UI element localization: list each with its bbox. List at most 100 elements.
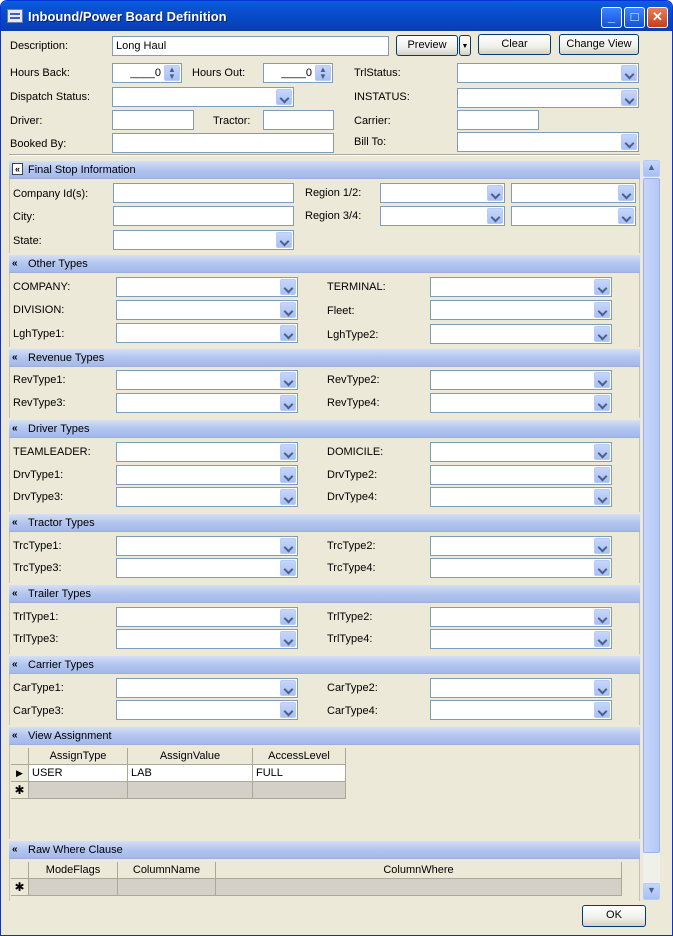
- chevron-down-icon[interactable]: [280, 279, 296, 295]
- terminal-select[interactable]: [430, 277, 612, 297]
- trctype3-select[interactable]: [116, 558, 298, 578]
- description-input[interactable]: Long Haul: [112, 36, 389, 56]
- row-pointer-icon[interactable]: ▶: [11, 765, 29, 782]
- view-assignment-grid[interactable]: AssignType AssignValue AccessLevel ▶ USE…: [11, 748, 347, 802]
- chevron-down-icon[interactable]: [594, 560, 610, 576]
- column-header[interactable]: AssignType: [29, 748, 128, 765]
- column-header[interactable]: AccessLevel: [253, 748, 346, 765]
- spin-updown-icon[interactable]: ▲ ▼: [315, 65, 331, 81]
- booked-by-input[interactable]: [112, 133, 334, 153]
- cartype4-select[interactable]: [430, 700, 612, 720]
- chevron-down-icon[interactable]: [594, 609, 610, 625]
- chevron-down-icon[interactable]: [280, 489, 296, 505]
- chevron-down-icon[interactable]: [618, 185, 634, 201]
- new-row-icon[interactable]: ✱: [11, 782, 29, 799]
- revtype3-select[interactable]: [116, 393, 298, 413]
- final-stop-section-header[interactable]: « Final Stop Information: [9, 161, 640, 179]
- chevron-down-icon[interactable]: [594, 279, 610, 295]
- region2-select[interactable]: [511, 183, 636, 203]
- chevron-down-icon[interactable]: [594, 489, 610, 505]
- collapse-icon[interactable]: «: [12, 587, 18, 600]
- drvtype4-select[interactable]: [430, 487, 612, 507]
- fleet-select[interactable]: [430, 300, 612, 320]
- chevron-down-icon[interactable]: [487, 185, 503, 201]
- preview-dropdown-button[interactable]: ▼: [459, 35, 471, 56]
- chevron-down-icon[interactable]: [280, 467, 296, 483]
- trltype3-select[interactable]: [116, 629, 298, 649]
- instatus-select[interactable]: [457, 88, 639, 108]
- collapse-icon[interactable]: «: [12, 843, 18, 856]
- chevron-down-icon[interactable]: [594, 302, 610, 318]
- revtype4-select[interactable]: [430, 393, 612, 413]
- view-assignment-section-header[interactable]: « View Assignment: [9, 727, 640, 745]
- cartype1-select[interactable]: [116, 678, 298, 698]
- region3-select[interactable]: [380, 206, 505, 226]
- bill-to-select[interactable]: [457, 132, 639, 152]
- chevron-down-icon[interactable]: [276, 89, 292, 105]
- chevron-down-icon[interactable]: [621, 90, 637, 106]
- trailer-types-section-header[interactable]: « Trailer Types: [9, 585, 640, 603]
- drvtype1-select[interactable]: [116, 465, 298, 485]
- new-row-icon[interactable]: ✱: [11, 879, 29, 896]
- chevron-down-icon[interactable]: [280, 609, 296, 625]
- close-button[interactable]: ✕: [647, 7, 668, 28]
- chevron-down-icon[interactable]: [594, 631, 610, 647]
- trltype1-select[interactable]: [116, 607, 298, 627]
- chevron-down-icon[interactable]: [618, 208, 634, 224]
- collapse-icon[interactable]: «: [12, 163, 23, 175]
- column-header[interactable]: ColumnName: [118, 862, 216, 879]
- chevron-down-icon[interactable]: [280, 631, 296, 647]
- chevron-down-icon[interactable]: [280, 560, 296, 576]
- revtype2-select[interactable]: [430, 370, 612, 390]
- city-input[interactable]: [113, 206, 294, 226]
- chevron-down-icon[interactable]: [280, 325, 296, 341]
- state-select[interactable]: [113, 230, 294, 250]
- collapse-icon[interactable]: «: [12, 729, 18, 742]
- company-select[interactable]: [116, 277, 298, 297]
- trctype1-select[interactable]: [116, 536, 298, 556]
- trlstatus-select[interactable]: [457, 63, 639, 83]
- domicile-select[interactable]: [430, 442, 612, 462]
- column-header[interactable]: ModeFlags: [29, 862, 118, 879]
- lghtype1-select[interactable]: [116, 323, 298, 343]
- chevron-down-icon[interactable]: [280, 395, 296, 411]
- chevron-down-icon[interactable]: [276, 232, 292, 248]
- ok-button[interactable]: OK: [582, 905, 646, 927]
- trctype2-select[interactable]: [430, 536, 612, 556]
- vertical-scrollbar[interactable]: ▲ ▼: [643, 160, 660, 900]
- company-ids-input[interactable]: [113, 183, 294, 203]
- chevron-down-icon[interactable]: [594, 538, 610, 554]
- trltype4-select[interactable]: [430, 629, 612, 649]
- lghtype2-select[interactable]: [430, 324, 612, 344]
- chevron-down-icon[interactable]: [594, 680, 610, 696]
- hours-back-spinner[interactable]: ____0 ▲ ▼: [112, 63, 182, 83]
- preview-button[interactable]: Preview: [396, 35, 458, 56]
- new-row-cell[interactable]: [118, 879, 216, 896]
- chevron-down-icon[interactable]: [280, 538, 296, 554]
- collapse-icon[interactable]: «: [12, 658, 18, 671]
- minimize-button[interactable]: _: [601, 7, 622, 28]
- new-row-cell[interactable]: [216, 879, 622, 896]
- tractor-input[interactable]: [263, 110, 334, 130]
- table-cell[interactable]: USER: [29, 765, 128, 782]
- new-row-cell[interactable]: [29, 782, 128, 799]
- chevron-down-icon[interactable]: [280, 302, 296, 318]
- cartype2-select[interactable]: [430, 678, 612, 698]
- chevron-down-icon[interactable]: [594, 395, 610, 411]
- chevron-down-icon[interactable]: [594, 467, 610, 483]
- raw-where-grid[interactable]: ModeFlags ColumnName ColumnWhere ✱: [11, 862, 623, 898]
- new-row-cell[interactable]: [29, 879, 118, 896]
- new-row-cell[interactable]: [128, 782, 253, 799]
- scroll-up-icon[interactable]: ▲: [643, 160, 660, 177]
- chevron-down-icon[interactable]: [280, 444, 296, 460]
- revtype1-select[interactable]: [116, 370, 298, 390]
- clear-button[interactable]: Clear: [478, 34, 551, 55]
- drvtype2-select[interactable]: [430, 465, 612, 485]
- table-cell[interactable]: FULL: [253, 765, 346, 782]
- chevron-down-icon[interactable]: [621, 65, 637, 81]
- revenue-types-section-header[interactable]: « Revenue Types: [9, 349, 640, 367]
- scroll-thumb[interactable]: [643, 178, 660, 853]
- chevron-down-icon[interactable]: [280, 372, 296, 388]
- division-select[interactable]: [116, 300, 298, 320]
- carrier-types-section-header[interactable]: « Carrier Types: [9, 656, 640, 674]
